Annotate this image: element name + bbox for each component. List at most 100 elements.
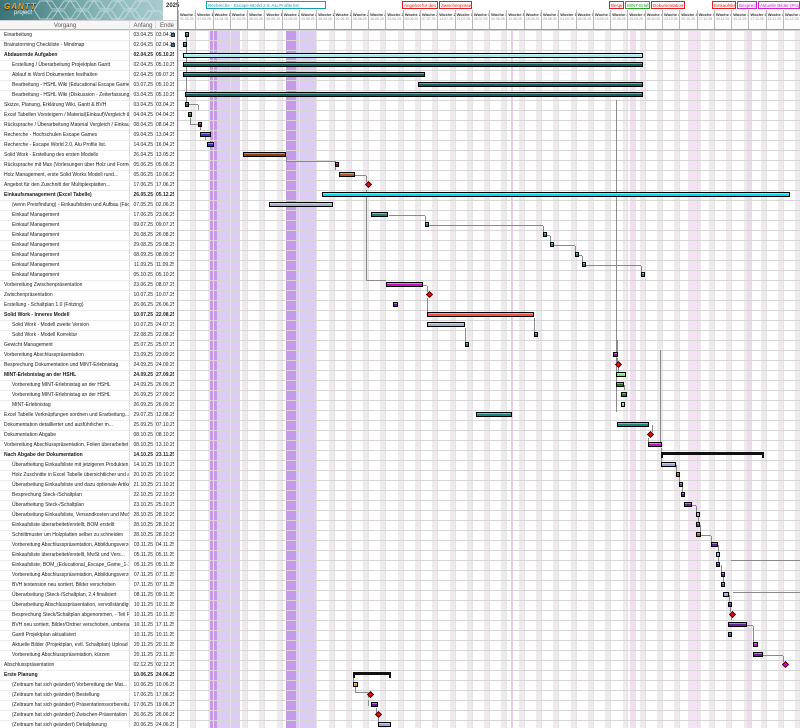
table-row[interactable]: Abdauernde Aufgaben02.04.2505.10.25 [0, 50, 177, 60]
table-row[interactable]: Einkaufsliste überarbeitet/erstellt, BOM… [0, 520, 177, 530]
week-header-cell[interactable]: Woche 2807.07.25 [420, 10, 437, 30]
task-bar[interactable] [534, 332, 538, 337]
week-header-cell[interactable]: Woche 1614.04.25 [213, 10, 230, 30]
table-row[interactable]: Einkauf Management08.09.2508.09.25 [0, 250, 177, 260]
week-header-cell[interactable]: Woche 1721.04.25 [230, 10, 247, 30]
table-row[interactable]: Einkauf Management17.06.2523.06.25 [0, 210, 177, 220]
table-row[interactable]: MINT-Erlebnistag an der HSHL24.09.2527.0… [0, 370, 177, 380]
table-row[interactable]: Abschlusspräsentation02.12.2502.12.25 [0, 660, 177, 670]
table-row[interactable]: Rücksprache / Überarbeitung Material Ver… [0, 120, 177, 130]
table-row[interactable]: (Zeitraum hat sich geändert) Bestellung1… [0, 690, 177, 700]
task-bar[interactable] [616, 382, 624, 387]
table-row[interactable]: Besprechung Steck-/Schaltplan22.10.2522.… [0, 490, 177, 500]
week-header-cell[interactable]: Woche 2119.05.25 [299, 10, 316, 30]
task-bar[interactable] [753, 652, 763, 657]
table-row[interactable]: Einkauf Management09.07.2509.07.25 [0, 220, 177, 230]
table-row[interactable]: Solid Work - Erstellung des ersten Model… [0, 150, 177, 160]
week-header-cell[interactable]: Woche 2623.06.25 [385, 10, 402, 30]
table-row[interactable]: Holz Zuschnitte in Excel Tabelle übersic… [0, 470, 177, 480]
task-bar[interactable] [185, 92, 643, 97]
table-row[interactable]: Bearbeitung - HSHL Wiki (Educational Esc… [0, 80, 177, 90]
table-row[interactable]: Einkaufsliste überarbeitet/erstellt, MwS… [0, 550, 177, 560]
table-row[interactable]: Bearbeitung - HSHL Wiki (Diskussion - Ze… [0, 90, 177, 100]
week-header-cell[interactable]: Woche 4503.11.25 [714, 10, 731, 30]
task-bar[interactable] [621, 402, 625, 407]
table-row[interactable]: Vorbereitung Abschlusspräsentation, kürz… [0, 650, 177, 660]
week-header-cell[interactable]: Woche 2012.05.25 [282, 10, 299, 30]
summary-bracket[interactable] [353, 672, 391, 675]
table-row[interactable]: Zwischenpräsentation10.07.2510.07.25 [0, 290, 177, 300]
task-bar[interactable] [183, 72, 425, 77]
table-row[interactable]: Excel Tabellen Vorsteigern / Material(Ei… [0, 110, 177, 120]
table-row[interactable]: Vorbereitung MINT-Erlebnistag an der HSH… [0, 390, 177, 400]
task-bar[interactable] [661, 462, 676, 467]
table-row[interactable]: BVH textension neu sortiert, Bilder vers… [0, 580, 177, 590]
week-header-cell[interactable]: Woche 2226.05.25 [316, 10, 333, 30]
task-bar[interactable] [269, 202, 333, 207]
task-bar[interactable] [183, 62, 643, 67]
table-row[interactable]: Einkauf Management05.10.2505.10.25 [0, 270, 177, 280]
table-row[interactable]: Vorbereitung Abschlusspräsentation, Foli… [0, 440, 177, 450]
column-header-anfang[interactable]: Anfang [130, 20, 156, 30]
task-bar[interactable] [183, 42, 187, 47]
table-row[interactable]: (Zeitraum hat sich geändert) Vorbereitun… [0, 680, 177, 690]
task-bar[interactable] [721, 572, 725, 577]
week-header-cell[interactable]: Woche 3922.09.25 [610, 10, 627, 30]
task-bar[interactable] [696, 522, 700, 527]
task-bar[interactable] [711, 542, 718, 547]
table-row[interactable]: Erstellung - Schaltplan 1.0 (Fritzing)26… [0, 300, 177, 310]
table-row[interactable]: Schnittmuster um Holzplatten selber zu s… [0, 530, 177, 540]
week-header-cell[interactable]: Woche 3128.07.25 [472, 10, 489, 30]
task-bar[interactable] [679, 482, 683, 487]
task-bar[interactable] [322, 192, 790, 197]
task-bar[interactable] [393, 302, 398, 307]
task-bar[interactable] [613, 352, 618, 357]
week-header-cell[interactable]: Woche 1431.03.25 [178, 10, 195, 30]
table-row[interactable]: Holz Management, erste Solid Works Model… [0, 170, 177, 180]
table-row[interactable]: (Zeitraum hat sich geändert) Detailplanu… [0, 720, 177, 728]
table-row[interactable]: Einkaufsliste, BOM_(Educational_Escape_G… [0, 560, 177, 570]
task-bar[interactable] [575, 252, 579, 257]
table-row[interactable]: Brainstorming Checkliste - Mindmap02.04.… [0, 40, 177, 50]
table-row[interactable]: Angebot für den Zuschnitt der Multiplexp… [0, 180, 177, 190]
task-bar[interactable] [465, 342, 469, 347]
task-bar[interactable] [648, 442, 662, 447]
week-header-cell[interactable]: Woche 4213.10.25 [662, 10, 679, 30]
table-row[interactable]: Erste Planung10.06.2524.06.25 [0, 670, 177, 680]
table-row[interactable]: Vorbereitung Zwischenpräsentation23.06.2… [0, 280, 177, 290]
task-bar[interactable] [696, 512, 700, 517]
task-bar[interactable] [728, 602, 732, 607]
table-row[interactable]: Besprechung Dokumentation und MINT-Erleb… [0, 360, 177, 370]
table-row[interactable]: MINT-Erlebnistag26.09.2526.09.25 [0, 400, 177, 410]
week-header-cell[interactable]: Woche 3708.09.25 [576, 10, 593, 30]
task-bar[interactable] [543, 232, 547, 237]
table-row[interactable]: Vorbereitung Abschlusspräsentation, Abbi… [0, 540, 177, 550]
column-header-ende[interactable]: Ende [156, 20, 178, 30]
table-row[interactable]: Besprechung Steck/Schaltplan abgenommen,… [0, 610, 177, 620]
table-row[interactable]: Recherche - Escape World 2.0, Alu Profil… [0, 140, 177, 150]
week-header-cell[interactable]: Woche 4901.12.25 [783, 10, 800, 30]
table-row[interactable]: Überarbeitung (Steck-/Schaltplan, 2.4 fi… [0, 590, 177, 600]
table-row[interactable]: Vorbereitung Abschlusspräsentation23.09.… [0, 350, 177, 360]
task-bar[interactable] [728, 632, 732, 637]
week-header-cell[interactable]: Woche 4029.09.25 [627, 10, 644, 30]
week-header-cell[interactable]: Woche 4106.10.25 [645, 10, 662, 30]
task-bar[interactable] [198, 122, 202, 127]
week-header-cell[interactable]: Woche 4610.11.25 [731, 10, 748, 30]
week-header-cell[interactable]: Woche 2409.06.25 [351, 10, 368, 30]
table-row[interactable]: Überarbeitung Einkaufsliste und dazu opt… [0, 480, 177, 490]
table-row[interactable]: Rücksprache mit Max (Vorlesungen über Ho… [0, 160, 177, 170]
table-row[interactable]: Dokumentation detaillierter und ausführl… [0, 420, 177, 430]
task-bar[interactable] [550, 242, 554, 247]
week-header-cell[interactable]: Woche 2730.06.25 [403, 10, 420, 30]
task-bar[interactable] [243, 152, 286, 157]
week-header-cell[interactable]: Woche 3204.08.25 [489, 10, 506, 30]
summary-bracket[interactable] [661, 452, 764, 455]
task-bar[interactable] [427, 312, 534, 317]
table-row[interactable]: Überarbeitung Einkaufsliste mit jetziger… [0, 460, 177, 470]
week-header-cell[interactable]: Woche 2302.06.25 [334, 10, 351, 30]
task-bar[interactable] [676, 472, 680, 477]
task-bar[interactable] [386, 282, 423, 287]
task-bar[interactable] [616, 372, 626, 377]
week-header-cell[interactable]: Woche 4320.10.25 [679, 10, 696, 30]
